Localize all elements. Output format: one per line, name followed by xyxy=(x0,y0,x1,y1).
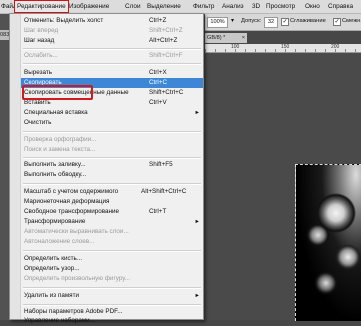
menu-item-label: Ослабить... xyxy=(24,52,58,59)
menu-layers[interactable]: Слои xyxy=(125,0,141,13)
menu-item-cut[interactable]: Вырезать Ctrl+X xyxy=(21,68,203,78)
menu-item-label: Удалить из памяти xyxy=(24,292,79,299)
flower-image xyxy=(295,164,361,321)
menu-item-puppet-warp[interactable]: Марионеточная деформация xyxy=(21,197,203,207)
ruler-number: 200 xyxy=(331,44,340,50)
menu-item-free-transform[interactable]: Свободное трансформирование Ctrl+T xyxy=(21,207,203,217)
menu-item-label: Выполнить заливку... xyxy=(24,161,86,168)
menu-item-content-aware-scale[interactable]: Масштаб с учетом содержимого Alt+Shift+C… xyxy=(21,187,203,197)
contiguous-checkbox[interactable]: ✓ xyxy=(333,18,341,26)
menu-help[interactable]: Справка xyxy=(328,0,353,13)
menu-analysis[interactable]: Анализ xyxy=(222,0,244,13)
close-icon[interactable]: × xyxy=(242,33,245,43)
menu-edit[interactable]: Редактирование xyxy=(14,0,69,13)
tolerance-input[interactable]: 32 xyxy=(264,17,278,28)
menu-item-shortcut: Shift+Ctrl+Z xyxy=(149,27,183,34)
menu-item-label: Шаг назад xyxy=(24,37,55,44)
menu-item-label: Трансформирование xyxy=(24,218,86,225)
copy-highlight-annotation xyxy=(22,85,93,100)
menu-item-label: Определить узор... xyxy=(24,265,80,272)
menubar: Файл Редактирование Изображение Слои Выд… xyxy=(0,0,361,14)
menu-item-shortcut: Shift+Ctrl+F xyxy=(149,52,183,59)
menu-image[interactable]: Изображение xyxy=(69,0,109,13)
menu-item-shortcut: Shift+Ctrl+C xyxy=(149,89,184,96)
menu-item-step-backward[interactable]: Шаг назад Alt+Ctrl+Z xyxy=(21,36,203,46)
menu-item-label: Шаг вперед xyxy=(24,27,59,34)
menu-item-label: Выполнить обводку... xyxy=(24,171,87,178)
menu-item-shortcut: Ctrl+T xyxy=(149,208,167,215)
menu-item-shortcut: Shift+F5 xyxy=(149,161,173,168)
ruler-number: 100 xyxy=(231,44,240,50)
menu-item-shortcut: Alt+Ctrl+Z xyxy=(149,37,178,44)
menu-item-auto-blend-layers[interactable]: Автоналожение слоев... xyxy=(21,237,203,247)
document-tab-title: GB/8) * xyxy=(207,35,226,41)
options-bar: 100% ▾ Допуск: 32 ✓ Сглаживание ✓ Смежн. xyxy=(205,14,361,31)
menu-item-label: Определить кисть... xyxy=(24,255,83,262)
menu-view[interactable]: Просмотр xyxy=(266,0,295,13)
menu-item-shortcut: Ctrl+X xyxy=(149,69,167,76)
canvas-area[interactable] xyxy=(205,53,361,321)
antialias-checkbox[interactable]: ✓ xyxy=(281,18,289,26)
menu-item-define-custom-shape[interactable]: Определить произвольную фигуру... xyxy=(21,274,203,284)
menu-item-fill[interactable]: Выполнить заливку... Shift+F5 xyxy=(21,160,203,170)
antialias-label: Сглаживание xyxy=(290,18,326,24)
menu-item-label: Проверка орфографии... xyxy=(24,136,97,143)
menu-item-undo[interactable]: Отменить: Выделить холст Ctrl+Z xyxy=(21,16,203,26)
menu-separator xyxy=(23,287,201,289)
submenu-arrow-icon: ► xyxy=(194,219,200,225)
tolerance-label: Допуск: xyxy=(241,18,262,24)
menu-item-clear[interactable]: Очистить xyxy=(21,118,203,128)
menu-item-shortcut: Ctrl+C xyxy=(149,79,168,86)
zoom-dropdown[interactable]: 100% xyxy=(207,17,228,28)
dropdown-arrow-icon[interactable]: ▾ xyxy=(231,17,234,26)
menu-item-stroke[interactable]: Выполнить обводку... xyxy=(21,170,203,180)
menu-item-label: Свободное трансформирование xyxy=(24,208,120,215)
menu-item-preset-manager[interactable]: Управление наборами... xyxy=(21,316,203,326)
menu-item-shortcut: Ctrl+Z xyxy=(149,17,167,24)
menu-separator xyxy=(23,157,201,159)
menu-filter[interactable]: Фильтр xyxy=(193,0,214,13)
horizontal-ruler: 100 150 200 xyxy=(205,44,361,53)
menu-item-label: Определить произвольную фигуру... xyxy=(24,275,131,282)
menu-separator xyxy=(23,48,201,50)
menu-item-spell-check[interactable]: Проверка орфографии... xyxy=(21,135,203,145)
menu-item-define-pattern[interactable]: Определить узор... xyxy=(21,264,203,274)
menu-item-shortcut: Alt+Shift+Ctrl+C xyxy=(141,188,187,195)
menu-item-label: Автоналожение слоев... xyxy=(24,238,95,245)
menu-separator xyxy=(23,131,201,133)
menu-item-paste-special[interactable]: Специальная вставка ► xyxy=(21,108,203,118)
menu-icon-gutter xyxy=(10,14,21,319)
submenu-arrow-icon: ► xyxy=(194,293,200,299)
menu-select[interactable]: Выделение xyxy=(147,0,181,13)
menu-item-transform[interactable]: Трансформирование ► xyxy=(21,217,203,227)
menu-item-fade[interactable]: Ослабить... Shift+Ctrl+F xyxy=(21,51,203,61)
menu-item-label: Автоматически выравнивать слои... xyxy=(24,228,129,235)
menu-separator xyxy=(23,304,201,306)
menu-item-label: Масштаб с учетом содержимого xyxy=(24,188,119,195)
menu-3d[interactable]: 3D xyxy=(252,0,260,13)
menu-item-auto-align-layers[interactable]: Автоматически выравнивать слои... xyxy=(21,227,203,237)
ruler-number: 150 xyxy=(281,44,290,50)
menu-item-define-brush[interactable]: Определить кисть... xyxy=(21,254,203,264)
contiguous-label: Смежн. xyxy=(342,18,361,24)
edit-menu-dropdown: Отменить: Выделить холст Ctrl+Z Шаг впер… xyxy=(9,13,204,324)
menu-item-label: Поиск и замена текста... xyxy=(24,146,96,153)
menu-item-find-replace[interactable]: Поиск и замена текста... xyxy=(21,145,203,155)
menu-item-label: Очистить xyxy=(24,119,52,126)
menu-item-shortcut: Ctrl+V xyxy=(149,99,167,106)
menu-item-label: Марионеточная деформация xyxy=(24,198,110,205)
menu-separator xyxy=(23,250,201,252)
menu-item-label: Вырезать xyxy=(24,69,53,76)
menu-item-label: Отменить: Выделить холст xyxy=(24,17,104,24)
menu-item-step-forward[interactable]: Шаг вперед Shift+Ctrl+Z xyxy=(21,26,203,36)
menu-item-purge[interactable]: Удалить из памяти ► xyxy=(21,291,203,301)
menu-item-label: Специальная вставка xyxy=(24,109,88,116)
menu-separator xyxy=(23,183,201,185)
menu-window[interactable]: Окно xyxy=(305,0,320,13)
submenu-arrow-icon: ► xyxy=(194,110,200,116)
document-tab[interactable]: GB/8) * × xyxy=(205,33,247,43)
menu-separator xyxy=(23,63,201,65)
menu-item-label: Управление наборами... xyxy=(24,317,95,324)
